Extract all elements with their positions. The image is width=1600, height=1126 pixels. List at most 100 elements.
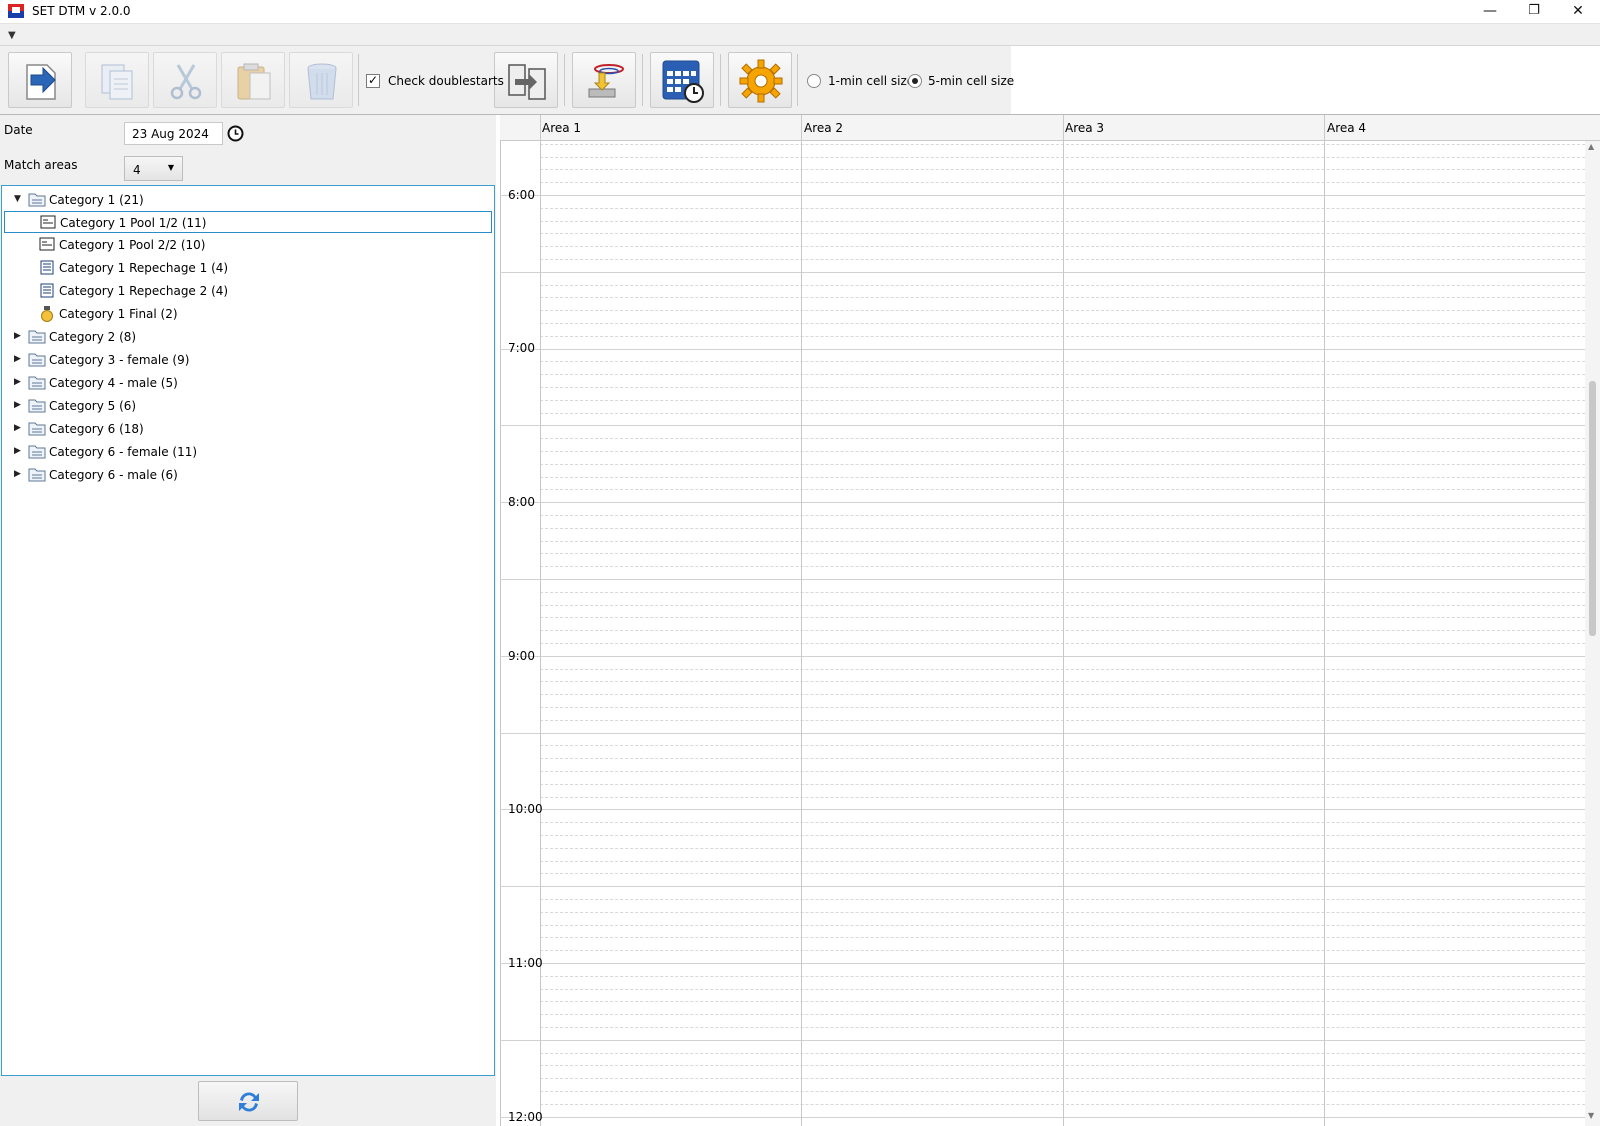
grid-row-line	[500, 656, 1585, 657]
refresh-button[interactable]	[198, 1081, 298, 1121]
toolbar-separator	[642, 54, 643, 106]
tree-item-category[interactable]: ▶ Category 5 (6)	[2, 395, 492, 417]
time-label: 11:00	[508, 956, 543, 970]
collapsed-triangle-icon[interactable]: ▶	[14, 469, 21, 479]
collapsed-triangle-icon[interactable]: ▶	[14, 331, 21, 341]
minimize-button[interactable]: —	[1468, 0, 1512, 23]
time-label: 12:00	[508, 1110, 543, 1124]
folder-icon	[28, 422, 46, 436]
copy-button[interactable]	[85, 52, 149, 108]
tree-item-pool[interactable]: Category 1 Pool 2/2 (10)	[2, 234, 492, 256]
tree-item-label: Category 3 - female (9)	[49, 353, 190, 367]
tree-item-pool[interactable]: Category 1 Pool 1/2 (11)	[4, 211, 492, 233]
cut-button[interactable]	[153, 52, 217, 108]
collapsed-triangle-icon[interactable]: ▶	[14, 354, 21, 364]
grid-column-line	[801, 141, 802, 1126]
collapsed-triangle-icon[interactable]: ▶	[14, 423, 21, 433]
time-label: 7:00	[508, 341, 535, 355]
tree-item-category[interactable]: ▶ Category 4 - male (5)	[2, 372, 492, 394]
column-divider	[801, 115, 802, 141]
paste-button[interactable]	[221, 52, 285, 108]
tree-item-category[interactable]: ▶ Category 3 - female (9)	[2, 349, 492, 371]
collapsed-triangle-icon[interactable]: ▶	[14, 400, 21, 410]
grid-row-line	[500, 195, 1585, 196]
tree-item-category[interactable]: ▶ Category 6 - female (11)	[2, 441, 492, 463]
scroll-up-icon[interactable]: ▲	[1588, 142, 1594, 151]
collapsed-triangle-icon[interactable]: ▶	[14, 446, 21, 456]
calendar-clock-icon	[662, 60, 704, 103]
tree-item-label: Category 2 (8)	[49, 330, 137, 344]
repechage-icon	[40, 260, 54, 275]
chevron-down-icon: ▼	[167, 163, 174, 172]
trash-icon	[307, 63, 337, 100]
cell-size-5min-radio[interactable]	[908, 74, 922, 88]
tree-item-category[interactable]: ▶ Category 2 (8)	[2, 326, 492, 348]
grid-row-line	[500, 809, 1585, 810]
area-4-header: Area 4	[1327, 121, 1367, 135]
window-title: SET DTM v 2.0.0	[32, 4, 131, 18]
grid-row-line	[500, 1040, 1585, 1041]
match-areas-select[interactable]: 4 ▼	[124, 156, 183, 181]
time-label: 10:00	[508, 802, 543, 816]
export-button[interactable]	[8, 52, 72, 108]
scroll-down-icon[interactable]: ▼	[1588, 1111, 1594, 1120]
pool-icon	[39, 237, 55, 251]
tree-item-repechage[interactable]: Category 1 Repechage 2 (4)	[2, 280, 492, 302]
collapsed-triangle-icon[interactable]: ▶	[14, 377, 21, 387]
schedule-scrollbar[interactable]: ▲ ▼	[1585, 141, 1600, 1126]
tree-item-category[interactable]: ▶ Category 6 - male (6)	[2, 464, 492, 486]
grid-row-line	[500, 425, 1585, 426]
settings-button[interactable]	[728, 52, 792, 108]
expanded-triangle-icon[interactable]: ▼	[14, 194, 21, 204]
tree-item-label: Category 1 Pool 1/2 (11)	[60, 216, 207, 230]
cell-size-1min-label: 1-min cell size	[828, 74, 915, 88]
folder-icon	[28, 353, 46, 367]
toolbar-empty-area	[1011, 46, 1600, 115]
refresh-icon	[239, 1092, 259, 1112]
tree-item-final[interactable]: Category 1 Final (2)	[2, 303, 492, 325]
tree-item-label: Category 1 (21)	[49, 193, 144, 207]
import-icon	[588, 64, 624, 98]
grid-row-line	[500, 272, 1585, 273]
restore-button[interactable]: ❐	[1512, 0, 1556, 23]
gear-icon	[739, 59, 783, 103]
scissors-icon	[170, 64, 202, 100]
schedule-button[interactable]	[650, 52, 714, 108]
column-divider	[1063, 115, 1064, 141]
import-button[interactable]	[572, 52, 636, 108]
clock-icon[interactable]	[227, 125, 244, 142]
tree-item-label: Category 1 Pool 2/2 (10)	[59, 238, 206, 252]
area-2-header: Area 2	[804, 121, 844, 135]
cell-size-1min-radio[interactable]	[807, 74, 821, 88]
delete-button[interactable]	[289, 52, 353, 108]
grid-column-line	[540, 141, 541, 1126]
column-divider	[540, 115, 541, 141]
grid-row-line	[500, 733, 1585, 734]
toolbar-separator	[358, 54, 359, 106]
radio-selected-dot	[912, 78, 918, 84]
toolbar-separator	[797, 54, 798, 106]
grid-row-line	[500, 886, 1585, 887]
grid-row-line	[500, 1117, 1585, 1118]
menu-strip: ▼	[0, 23, 1600, 46]
tree-item-repechage[interactable]: Category 1 Repechage 1 (4)	[2, 257, 492, 279]
tree-item-label: Category 6 (18)	[49, 422, 144, 436]
toolbar-separator	[720, 54, 721, 106]
check-doublestarts-checkbox[interactable]: ✓	[366, 73, 380, 88]
scroll-thumb[interactable]	[1589, 381, 1596, 636]
tree-item-category[interactable]: ▶ Category 6 (18)	[2, 418, 492, 440]
close-button[interactable]: ✕	[1556, 0, 1600, 23]
category-tree[interactable]: ▼ Category 1 (21) Category 1 Pool 1/2 (1…	[1, 185, 495, 1076]
check-doublestarts-label: Check doublestarts	[388, 74, 504, 88]
date-field[interactable]: 23 Aug 2024	[124, 122, 223, 145]
tree-item-category[interactable]: ▼ Category 1 (21)	[2, 189, 492, 211]
column-divider	[1324, 115, 1325, 141]
grid-row-line	[500, 349, 1585, 350]
grid-column-line	[1324, 141, 1325, 1126]
time-label: 8:00	[508, 495, 535, 509]
schedule-grid[interactable]: 6:00 7:00 8:00 9:00 10:00 11:00 12:00	[500, 141, 1585, 1126]
menu-dropdown-icon[interactable]: ▼	[8, 30, 16, 41]
folder-icon	[28, 399, 46, 413]
schedule-header: Area 1 Area 2 Area 3 Area 4	[500, 115, 1600, 141]
folder-icon	[28, 330, 46, 344]
